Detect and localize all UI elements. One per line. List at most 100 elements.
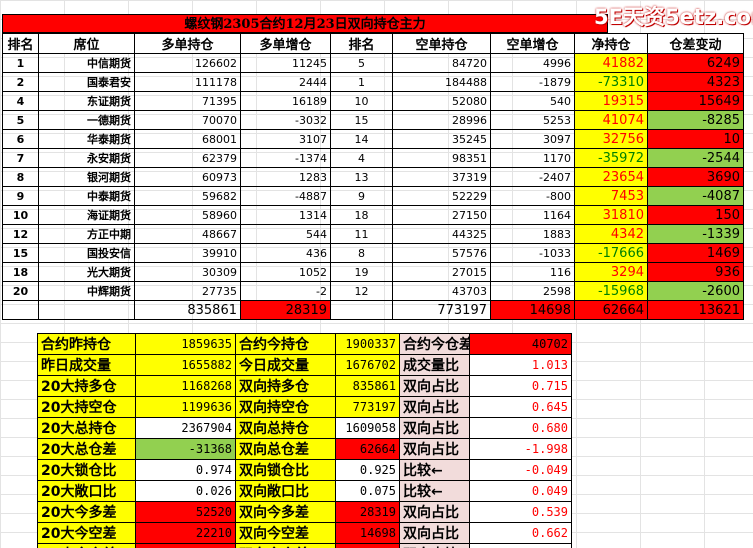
total-long-change-cell[interactable]: 28319	[240, 300, 331, 320]
summary-value[interactable]: 14698	[335, 522, 400, 544]
diff-change-cell[interactable]: -2544	[647, 148, 744, 168]
summary-value[interactable]: 773197	[335, 396, 400, 418]
col-header[interactable]: 排名	[2, 33, 39, 54]
summary-value[interactable]: 1199636	[135, 396, 236, 418]
net-position-cell[interactable]: -35972	[574, 148, 648, 168]
short-rank-cell[interactable]: 4	[330, 148, 393, 168]
summary-label[interactable]: 20大持多仓	[37, 375, 136, 397]
net-position-cell[interactable]: 7453	[574, 186, 648, 206]
summary-label[interactable]: 双向总持仓	[235, 417, 336, 439]
long-change-cell[interactable]: -1374	[240, 148, 331, 168]
net-position-cell[interactable]: -15968	[574, 281, 648, 301]
diff-change-cell[interactable]: 15649	[647, 91, 744, 111]
summary-value[interactable]: 1859635	[135, 333, 236, 355]
long-cell[interactable]: 30309	[134, 262, 241, 282]
short-cell[interactable]: 43703	[392, 281, 491, 301]
long-cell[interactable]: 59682	[134, 186, 241, 206]
short-rank-cell[interactable]: 14	[330, 129, 393, 149]
short-rank-cell[interactable]: 15	[330, 110, 393, 130]
long-change-cell[interactable]: 3107	[240, 129, 331, 149]
short-rank-cell[interactable]: 11	[330, 224, 393, 244]
summary-label[interactable]: 20大今多差	[37, 501, 136, 523]
col-header[interactable]: 空单增仓	[490, 33, 575, 54]
summary-label[interactable]: 20大今空差	[37, 522, 136, 544]
diff-change-cell[interactable]: 10	[647, 129, 744, 149]
summary-value[interactable]: 28319	[335, 501, 400, 523]
summary-ratio[interactable]: 0.539	[469, 501, 572, 523]
summary-ratio[interactable]: 1.013	[469, 354, 572, 376]
summary-label[interactable]: 成交量比	[399, 354, 470, 376]
long-cell[interactable]: 68001	[134, 129, 241, 149]
col-header[interactable]: 排名	[330, 33, 393, 54]
short-rank-cell[interactable]: 18	[330, 205, 393, 225]
seat-cell[interactable]: 一德期货	[38, 110, 135, 130]
summary-value[interactable]: 22210	[135, 522, 236, 544]
rank-cell[interactable]: 2	[2, 72, 39, 92]
short-rank-cell[interactable]: 12	[330, 281, 393, 301]
summary-ratio[interactable]: 0.449	[469, 543, 572, 548]
long-cell[interactable]: 62379	[134, 148, 241, 168]
rank-cell[interactable]: 7	[2, 148, 39, 168]
summary-value[interactable]: 0.974	[135, 459, 236, 481]
net-position-cell[interactable]: 41074	[574, 110, 648, 130]
summary-value[interactable]: 1676702	[335, 354, 400, 376]
summary-ratio[interactable]: -0.049	[469, 459, 572, 481]
diff-change-cell[interactable]: 4323	[647, 72, 744, 92]
short-cell[interactable]: 184488	[392, 72, 491, 92]
summary-label[interactable]: 20大持空仓	[37, 396, 136, 418]
summary-label[interactable]: 20大总持仓	[37, 417, 136, 439]
summary-value[interactable]: 1655882	[135, 354, 236, 376]
diff-change-cell[interactable]: 3690	[647, 167, 744, 187]
seat-cell[interactable]: 银河期货	[38, 167, 135, 187]
net-position-cell[interactable]: -73310	[574, 72, 648, 92]
summary-label[interactable]: 20大敞口比	[37, 480, 136, 502]
summary-label[interactable]: 双向锁仓比	[235, 459, 336, 481]
net-position-cell[interactable]: 19315	[574, 91, 648, 111]
short-cell[interactable]: 98351	[392, 148, 491, 168]
short-change-cell[interactable]: 540	[490, 91, 575, 111]
rank-cell[interactable]: 10	[2, 205, 39, 225]
summary-label[interactable]: 双向占比	[399, 522, 470, 544]
summary-value[interactable]: 52520	[135, 501, 236, 523]
short-cell[interactable]: 52080	[392, 91, 491, 111]
summary-label[interactable]: 比较←	[399, 459, 470, 481]
short-cell[interactable]: 27150	[392, 205, 491, 225]
diff-change-cell[interactable]: 1469	[647, 243, 744, 263]
long-change-cell[interactable]: -2	[240, 281, 331, 301]
summary-ratio[interactable]: 0.715	[469, 375, 572, 397]
rank-cell[interactable]: 1	[2, 53, 39, 73]
summary-label[interactable]: 20大锁仓比	[37, 459, 136, 481]
rank-cell[interactable]: 5	[2, 110, 39, 130]
summary-label[interactable]: 双向持空仓	[235, 396, 336, 418]
seat-cell[interactable]: 永安期货	[38, 148, 135, 168]
seat-cell[interactable]: 中泰期货	[38, 186, 135, 206]
seat-cell[interactable]: 光大期货	[38, 262, 135, 282]
long-cell[interactable]: 60973	[134, 167, 241, 187]
summary-label[interactable]: 双向今多差	[235, 501, 336, 523]
summary-label[interactable]: 双向敞口比	[235, 480, 336, 502]
summary-label[interactable]: 双向持多仓	[235, 375, 336, 397]
short-rank-cell[interactable]: 8	[330, 243, 393, 263]
long-cell[interactable]: 48667	[134, 224, 241, 244]
net-position-cell[interactable]: -17666	[574, 243, 648, 263]
long-cell[interactable]: 70070	[134, 110, 241, 130]
seat-cell[interactable]: 中信期货	[38, 53, 135, 73]
long-cell[interactable]: 58960	[134, 205, 241, 225]
diff-change-cell[interactable]: -1339	[647, 224, 744, 244]
rank-cell[interactable]: 6	[2, 129, 39, 149]
long-cell[interactable]: 39910	[134, 243, 241, 263]
summary-value[interactable]: 62664	[335, 438, 400, 460]
net-position-cell[interactable]: 31810	[574, 205, 648, 225]
diff-change-cell[interactable]: -8285	[647, 110, 744, 130]
rank-cell[interactable]: 20	[2, 281, 39, 301]
short-change-cell[interactable]: 3097	[490, 129, 575, 149]
long-cell[interactable]: 111178	[134, 72, 241, 92]
summary-value[interactable]: 835861	[335, 375, 400, 397]
summary-value[interactable]: 1900337	[335, 333, 400, 355]
rank-cell[interactable]: 8	[2, 167, 39, 187]
short-change-cell[interactable]: 4996	[490, 53, 575, 73]
summary-value[interactable]: 2367904	[135, 417, 236, 439]
short-cell[interactable]: 52229	[392, 186, 491, 206]
seat-cell[interactable]: 国泰君安	[38, 72, 135, 92]
long-change-cell[interactable]: 16189	[240, 91, 331, 111]
